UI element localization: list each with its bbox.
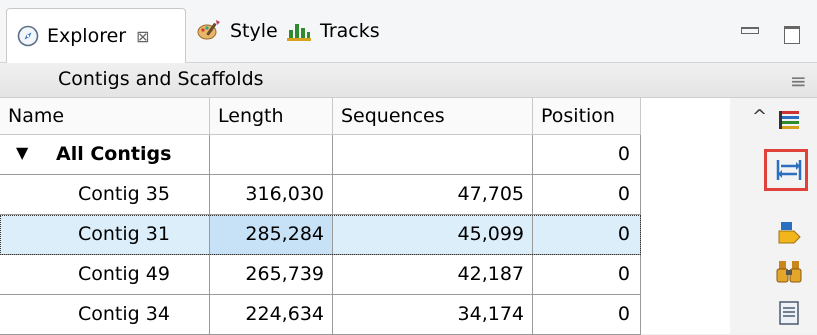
compass-icon [17,25,39,47]
cell-sequences: 45,099 [333,215,533,255]
cell-position: 0 [533,215,641,255]
vertical-toolbar [730,98,817,334]
color-bars-icon[interactable] [776,108,802,134]
cell-name: Contig 49 [0,255,210,295]
cell-sequences: 42,187 [333,255,533,295]
cell-length: 224,634 [210,295,333,335]
view-tab-bar: Explorer ⊠ Style Tracks [0,0,817,63]
close-icon[interactable]: ⊠ [136,27,149,46]
tracks-chart-icon [287,24,311,41]
cell-position: 0 [533,295,641,335]
column-header-length[interactable]: Length [210,98,333,135]
cell-name: Contig 34 [0,295,210,335]
binoculars-icon[interactable] [776,258,802,284]
export-arrow-icon[interactable] [776,220,802,246]
cell-length [210,135,333,175]
panel-header: Contigs and Scaffolds ≡ [0,63,817,98]
cell-name: All Contigs [0,135,210,175]
cell-position: 0 [533,135,641,175]
swap-arrows-icon[interactable] [776,157,802,183]
cell-position: 0 [533,255,641,295]
maximize-button[interactable] [784,26,800,44]
hamburger-menu-icon[interactable]: ≡ [790,69,807,93]
scroll-up-chevron-icon[interactable]: ^ [752,106,767,127]
cell-sequences [333,135,533,175]
document-icon[interactable] [776,300,802,326]
tab-tracks[interactable]: Tracks [286,0,380,62]
cell-sequences: 34,174 [333,295,533,335]
column-header-sequences[interactable]: Sequences [333,98,533,135]
cell-length: 285,284 [210,215,333,255]
cell-position: 0 [533,175,641,215]
minimize-button[interactable] [741,27,759,34]
column-header-position[interactable]: Position [533,98,641,135]
tab-style[interactable]: Style [196,0,278,62]
cell-length: 316,030 [210,175,333,215]
paint-brush-icon [197,20,220,40]
column-header-name[interactable]: Name [0,98,210,135]
tab-style-label: Style [230,20,278,42]
panel-title: Contigs and Scaffolds [58,68,264,90]
cell-name: Contig 35 [0,175,210,215]
cell-length: 265,739 [210,255,333,295]
cell-sequences: 47,705 [333,175,533,215]
tab-explorer[interactable]: Explorer ⊠ [6,8,186,63]
cell-name: Contig 31 [0,215,210,255]
tab-explorer-label: Explorer [47,25,127,47]
tab-tracks-label: Tracks [320,20,380,42]
